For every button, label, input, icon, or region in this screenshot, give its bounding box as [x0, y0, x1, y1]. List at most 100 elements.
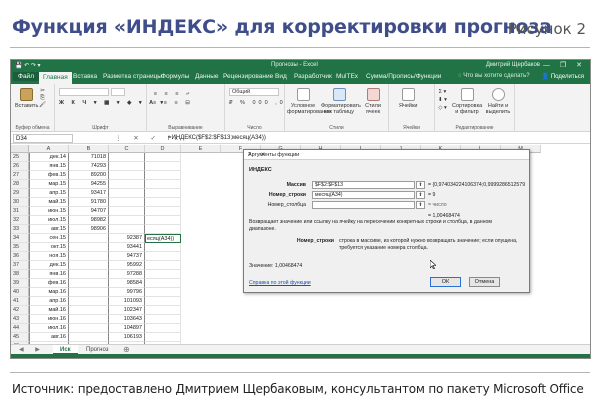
table-cell[interactable]: 94737 — [109, 252, 145, 261]
tab-developer[interactable]: Разработчик — [294, 73, 332, 80]
column-header-d[interactable]: D — [145, 145, 181, 153]
table-cell[interactable] — [145, 171, 181, 180]
table-cell[interactable] — [145, 225, 181, 234]
table-cell[interactable] — [109, 153, 145, 162]
table-cell[interactable]: 94707 — [69, 207, 109, 216]
table-cell[interactable] — [145, 162, 181, 171]
table-cell[interactable] — [69, 252, 109, 261]
find-select-button[interactable]: Найти и выделить — [484, 88, 512, 115]
table-cell[interactable]: 95992 — [109, 261, 145, 270]
table-cell[interactable] — [109, 162, 145, 171]
table-cell[interactable] — [69, 261, 109, 270]
tab-insert[interactable]: Вставка — [73, 73, 97, 80]
arg-input-row[interactable]: месяц(A34) — [312, 191, 415, 199]
table-cell[interactable]: янв.16 — [29, 270, 69, 279]
row-header[interactable]: 44 — [11, 324, 29, 333]
user-name[interactable]: Дмитрий Щербаков — [486, 62, 540, 68]
table-cell[interactable]: окт.15 — [29, 243, 69, 252]
table-cell[interactable]: 91780 — [69, 198, 109, 207]
column-header-c[interactable]: C — [109, 145, 145, 153]
table-cell[interactable] — [69, 243, 109, 252]
cells-button[interactable]: Ячейки — [399, 88, 417, 109]
sheet-nav-arrows[interactable]: ◀ ▶ — [19, 346, 45, 353]
table-cell[interactable]: 104897 — [109, 324, 145, 333]
select-all-corner[interactable] — [11, 145, 29, 153]
name-box[interactable]: D34 — [13, 134, 73, 143]
row-header[interactable]: 41 — [11, 297, 29, 306]
column-header-a[interactable]: A — [29, 145, 69, 153]
row-header[interactable]: 26 — [11, 162, 29, 171]
collapse-dialog-icon[interactable]: ⬆ — [416, 191, 425, 199]
tab-formulas[interactable]: Формулы — [161, 73, 189, 80]
window-controls[interactable]: — ❐ ✕ — [543, 61, 586, 69]
ok-button[interactable]: ОК — [430, 277, 461, 287]
table-cell[interactable] — [145, 306, 181, 315]
table-cell[interactable]: июл.16 — [29, 324, 69, 333]
table-cell[interactable] — [145, 180, 181, 189]
table-cell[interactable]: апр.16 — [29, 297, 69, 306]
table-cell[interactable] — [69, 306, 109, 315]
table-cell[interactable] — [109, 207, 145, 216]
table-cell[interactable]: 102347 — [109, 306, 145, 315]
table-cell[interactable]: авг.15 — [29, 225, 69, 234]
table-cell[interactable] — [69, 297, 109, 306]
row-header[interactable]: 31 — [11, 207, 29, 216]
table-cell[interactable] — [145, 279, 181, 288]
row-header[interactable]: 28 — [11, 180, 29, 189]
conditional-format-button[interactable]: Условное форматирование — [287, 88, 331, 115]
table-cell[interactable] — [109, 216, 145, 225]
table-cell[interactable] — [69, 279, 109, 288]
table-cell[interactable] — [109, 180, 145, 189]
tab-home[interactable]: Главная — [39, 72, 72, 84]
table-cell[interactable] — [145, 153, 181, 162]
help-link[interactable]: Справка по этой функции — [249, 280, 311, 286]
table-cell[interactable] — [109, 171, 145, 180]
table-cell[interactable]: 99796 — [109, 288, 145, 297]
table-cell[interactable] — [145, 324, 181, 333]
column-header-e[interactable]: E — [181, 145, 221, 153]
table-cell[interactable] — [145, 207, 181, 216]
table-cell[interactable] — [145, 189, 181, 198]
table-cell[interactable]: 98906 — [69, 225, 109, 234]
row-header[interactable]: 42 — [11, 306, 29, 315]
table-cell[interactable] — [145, 243, 181, 252]
sort-filter-button[interactable]: Сортировка и фильтр — [452, 88, 482, 115]
tab-file[interactable]: Файл — [13, 72, 39, 81]
table-cell[interactable]: 89200 — [69, 171, 109, 180]
table-cell[interactable] — [69, 324, 109, 333]
row-header[interactable]: 34 — [11, 234, 29, 243]
table-cell[interactable]: июн.15 — [29, 207, 69, 216]
table-cell[interactable]: апр.15 — [29, 189, 69, 198]
formula-input[interactable]: =ИНДЕКС($F$2:$F$13;месяц(A34)) — [168, 135, 266, 141]
table-cell[interactable] — [69, 333, 109, 342]
tab-multex[interactable]: MulTEx — [336, 73, 358, 80]
table-cell[interactable]: авг.16 — [29, 333, 69, 342]
table-cell[interactable]: 93441 — [109, 243, 145, 252]
row-header[interactable]: 32 — [11, 216, 29, 225]
table-cell[interactable] — [145, 270, 181, 279]
table-cell[interactable] — [69, 234, 109, 243]
table-cell[interactable]: дек.15 — [29, 261, 69, 270]
column-header-b[interactable]: B — [69, 145, 109, 153]
font-size-select[interactable] — [111, 88, 125, 96]
row-header[interactable]: 37 — [11, 261, 29, 270]
table-cell[interactable] — [145, 297, 181, 306]
row-header[interactable]: 38 — [11, 270, 29, 279]
table-cell[interactable] — [109, 189, 145, 198]
table-cell[interactable]: 98982 — [69, 216, 109, 225]
table-cell[interactable] — [145, 252, 181, 261]
row-header[interactable]: 35 — [11, 243, 29, 252]
font-name-select[interactable] — [59, 88, 109, 96]
tab-review[interactable]: Рецензирование — [223, 73, 273, 80]
table-cell[interactable]: май.15 — [29, 198, 69, 207]
table-cell[interactable] — [109, 198, 145, 207]
table-cell[interactable]: май.16 — [29, 306, 69, 315]
table-cell[interactable] — [145, 315, 181, 324]
row-header[interactable]: 25 — [11, 153, 29, 162]
row-header[interactable]: 30 — [11, 198, 29, 207]
table-cell[interactable]: янв.15 — [29, 162, 69, 171]
row-header[interactable]: 33 — [11, 225, 29, 234]
paste-button[interactable]: Вставить — [15, 88, 38, 109]
table-cell[interactable]: 98584 — [109, 279, 145, 288]
table-cell[interactable]: дек.14 — [29, 153, 69, 162]
